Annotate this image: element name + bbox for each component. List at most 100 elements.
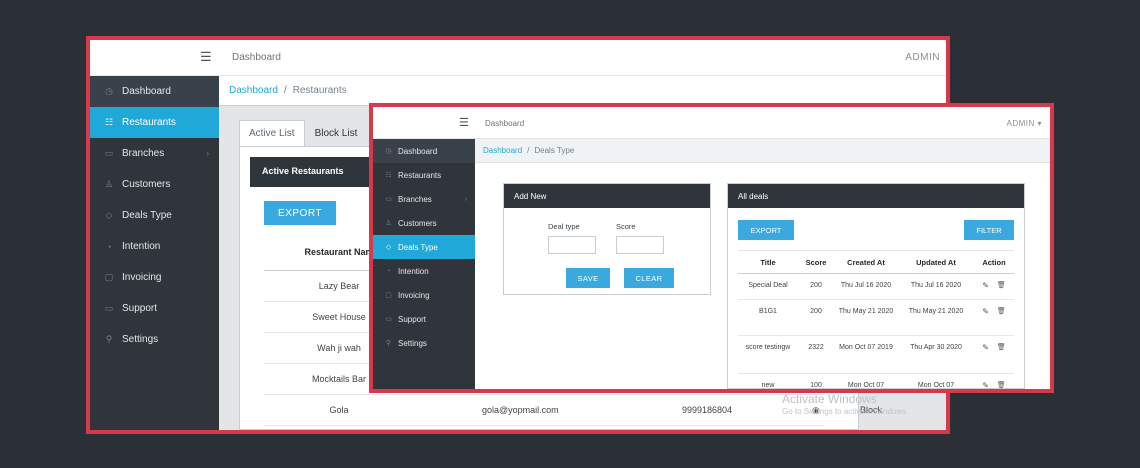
list-icon: ☷ bbox=[385, 172, 392, 179]
sidebar-item-intention[interactable]: ◔ Intention bbox=[90, 231, 219, 262]
sidebar-item-dashboard[interactable]: ◷ Dashboard bbox=[373, 139, 475, 163]
sidebar-item-label: Invoicing bbox=[122, 272, 162, 283]
clear-button[interactable]: CLEAR bbox=[624, 268, 674, 288]
deal-type-label: Deal type bbox=[548, 222, 580, 231]
speedometer-icon: ◷ bbox=[105, 86, 113, 96]
chevron-right-icon: › bbox=[206, 149, 209, 158]
deal-type-input[interactable] bbox=[548, 236, 596, 254]
trash-icon[interactable]: 🗑 bbox=[997, 342, 1006, 354]
header-dashboard-link[interactable]: Dashboard bbox=[232, 52, 281, 63]
deals-type-window: ☰ Dashboard ADMIN ▾ ◷ Dashboard ☷ Restauran… bbox=[369, 103, 1054, 393]
column-header-title: Title bbox=[760, 257, 776, 267]
trash-icon[interactable]: 🗑 bbox=[997, 306, 1006, 318]
column-header-action: Action bbox=[982, 257, 1006, 267]
row-actions: ✎ 🗑 bbox=[974, 300, 1014, 318]
wrench-icon: ⚲ bbox=[105, 334, 113, 344]
breadcrumb: Dashboard / Deals Type bbox=[475, 139, 1050, 163]
sidebar-item-support[interactable]: ▭ Support bbox=[373, 307, 475, 331]
export-button[interactable]: EXPORT bbox=[264, 201, 336, 225]
sidebar-item-label: Branches bbox=[122, 148, 165, 159]
sidebar-item-customers[interactable]: ♙ Customers bbox=[90, 169, 219, 200]
edit-icon[interactable]: ✎ bbox=[982, 280, 989, 292]
deal-created-at: Thu May 21 2020 bbox=[838, 308, 894, 315]
diamond-icon: ◇ bbox=[385, 244, 392, 251]
sidebar-item-settings[interactable]: ⚲ Settings bbox=[373, 331, 475, 355]
sidebar-item-support[interactable]: ▭ Support bbox=[90, 293, 219, 324]
doc-icon: ▢ bbox=[385, 292, 392, 299]
sidebar-item-label: Invoicing bbox=[398, 290, 430, 300]
deal-title: Special Deal bbox=[748, 282, 788, 289]
chat-icon: ▭ bbox=[104, 303, 114, 313]
score-input[interactable] bbox=[616, 236, 664, 254]
save-button[interactable]: SAVE bbox=[566, 268, 610, 288]
menu-toggle-icon[interactable]: ☰ bbox=[200, 50, 214, 64]
admin-user-menu[interactable]: ADMIN ▾ bbox=[1006, 119, 1042, 128]
sidebar-item-branches[interactable]: ▭ Branches › bbox=[373, 187, 475, 211]
sidebar-item-customers[interactable]: ♙ Customers bbox=[373, 211, 475, 235]
folder-icon: ▭ bbox=[385, 196, 392, 203]
tab-block-list[interactable]: Block List bbox=[305, 120, 368, 146]
top-header: ☰ Dashboard ADMIN ▾ bbox=[373, 107, 1050, 139]
chevron-right-icon: › bbox=[464, 195, 467, 203]
deal-created-at: Mon Oct 07 bbox=[847, 382, 885, 389]
sidebar-item-restaurants[interactable]: ☷ Restaurants bbox=[373, 163, 475, 187]
doc-icon: ▢ bbox=[104, 272, 114, 282]
sidebar-item-label: Customers bbox=[398, 218, 437, 228]
export-button[interactable]: EXPORT bbox=[738, 220, 794, 240]
list-icon: ☷ bbox=[104, 117, 114, 127]
all-deals-title: All deals bbox=[728, 184, 1024, 208]
deal-updated-at: Thu Jul 16 2020 bbox=[910, 282, 962, 289]
sidebar-item-label: Dashboard bbox=[398, 146, 438, 156]
deal-created-at: Mon Oct 07 2019 bbox=[839, 344, 893, 351]
list-tabs: Active List Block List bbox=[239, 120, 367, 146]
sidebar: ◷ Dashboard ☷ Restaurants ▭ Branches › ♙ Custome… bbox=[373, 139, 475, 389]
breadcrumb-home-link[interactable]: Dashboard bbox=[483, 146, 522, 155]
sidebar-item-label: Branches bbox=[398, 194, 432, 204]
admin-user-menu[interactable]: ADMIN bbox=[905, 52, 940, 63]
sidebar-item-intention[interactable]: ◔ Intention bbox=[373, 259, 475, 283]
sidebar-item-settings[interactable]: ⚲ Settings bbox=[90, 324, 219, 355]
user-icon: ♙ bbox=[104, 179, 114, 189]
trash-icon[interactable]: 🗑 bbox=[997, 280, 1006, 292]
header-dashboard-link[interactable]: Dashboard bbox=[485, 119, 524, 128]
speedometer-icon: ◷ bbox=[385, 148, 392, 155]
sidebar-item-invoicing[interactable]: ▢ Invoicing bbox=[373, 283, 475, 307]
sidebar-item-deals-type[interactable]: ◇ Deals Type bbox=[373, 235, 475, 259]
sidebar-item-label: Restaurants bbox=[122, 117, 176, 128]
row-actions: ✎ 🗑 bbox=[974, 336, 1014, 354]
restaurant-email: gola@yopmail.com bbox=[482, 405, 559, 415]
deal-title: score testingw bbox=[745, 344, 791, 351]
sidebar-item-branches[interactable]: ▭ Branches › bbox=[90, 138, 219, 169]
menu-toggle-icon[interactable]: ☰ bbox=[459, 116, 469, 129]
sidebar-item-label: Support bbox=[398, 314, 427, 324]
deal-score: 100 bbox=[810, 382, 822, 389]
sidebar-item-deals-type[interactable]: ◇ Deals Type bbox=[90, 200, 219, 231]
diamond-icon: ◇ bbox=[105, 210, 113, 220]
deals-table: Title Score Created At Updated At Action… bbox=[738, 250, 1014, 389]
breadcrumb-home-link[interactable]: Dashboard bbox=[229, 85, 278, 96]
edit-icon[interactable]: ✎ bbox=[982, 342, 989, 354]
watermark-subtitle: Go to Settings to activate Windows. bbox=[782, 407, 909, 416]
column-header-updated: Updated At bbox=[916, 257, 956, 267]
add-new-card: Add New Deal type Score SAVE CLEAR bbox=[503, 183, 711, 295]
sidebar-item-invoicing[interactable]: ▢ Invoicing bbox=[90, 262, 219, 293]
tab-active-list[interactable]: Active List bbox=[239, 120, 305, 146]
deal-title: new bbox=[761, 382, 775, 389]
edit-icon[interactable]: ✎ bbox=[982, 306, 989, 318]
sidebar-item-restaurants[interactable]: ☷ Restaurants bbox=[90, 107, 219, 138]
row-actions: ✎ 🗑 bbox=[974, 274, 1014, 292]
deal-score: 2322 bbox=[808, 344, 824, 351]
sidebar-item-dashboard[interactable]: ◷ Dashboard bbox=[90, 76, 219, 107]
table-header-row: Title Score Created At Updated At Action bbox=[738, 250, 1014, 274]
breadcrumb: Dashboard / Restaurants bbox=[219, 76, 946, 106]
trash-icon[interactable]: 🗑 bbox=[997, 380, 1006, 389]
column-header-created: Created At bbox=[847, 257, 885, 267]
sidebar-item-label: Settings bbox=[398, 338, 427, 348]
edit-icon[interactable]: ✎ bbox=[982, 380, 989, 389]
table-row: new 100 Mon Oct 07 Mon Oct 07 ✎ 🗑 bbox=[738, 374, 1014, 389]
filter-button[interactable]: FILTER bbox=[964, 220, 1014, 240]
deal-updated-at: Thu Apr 30 2020 bbox=[910, 344, 962, 351]
deal-title: B1G1 bbox=[759, 308, 777, 315]
deal-updated-at: Mon Oct 07 bbox=[917, 382, 955, 389]
main-content: Dashboard / Deals Type Add New Deal type… bbox=[475, 139, 1050, 389]
